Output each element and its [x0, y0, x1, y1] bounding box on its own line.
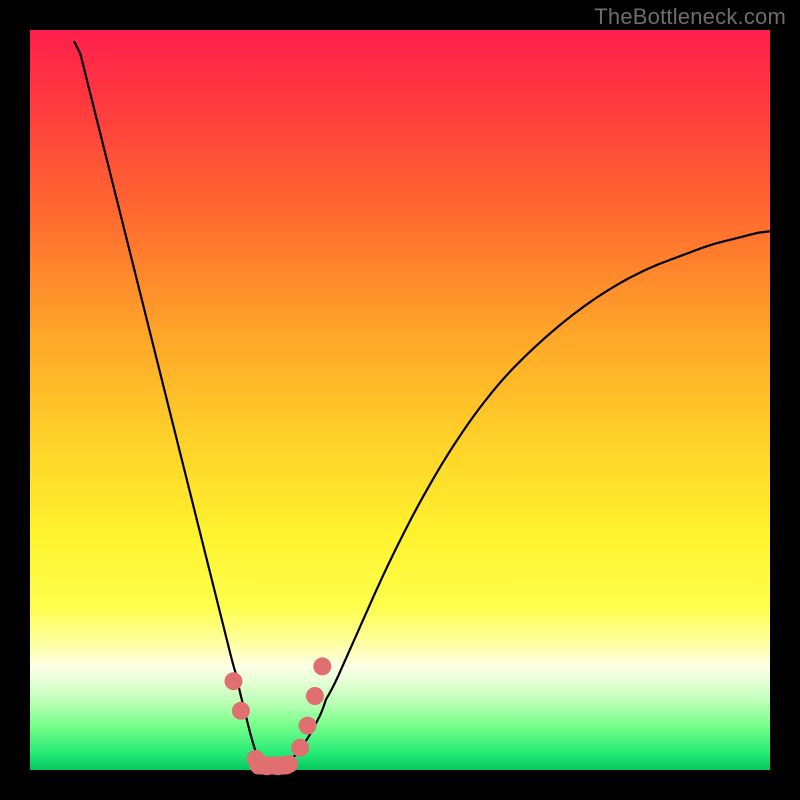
plot-area: [30, 30, 770, 770]
curve-marker: [291, 739, 309, 757]
curve-marker: [280, 755, 298, 773]
bottleneck-curve-svg: [30, 30, 770, 770]
marker-group: [225, 657, 332, 775]
curve-marker: [225, 672, 243, 690]
curve-marker: [313, 657, 331, 675]
curve-marker: [232, 702, 250, 720]
curve-group: [74, 42, 770, 770]
curve-marker: [299, 717, 317, 735]
bottleneck-curve: [74, 42, 770, 770]
curve-marker: [306, 687, 324, 705]
watermark-text: TheBottleneck.com: [594, 4, 786, 30]
chart-frame: TheBottleneck.com: [0, 0, 800, 800]
